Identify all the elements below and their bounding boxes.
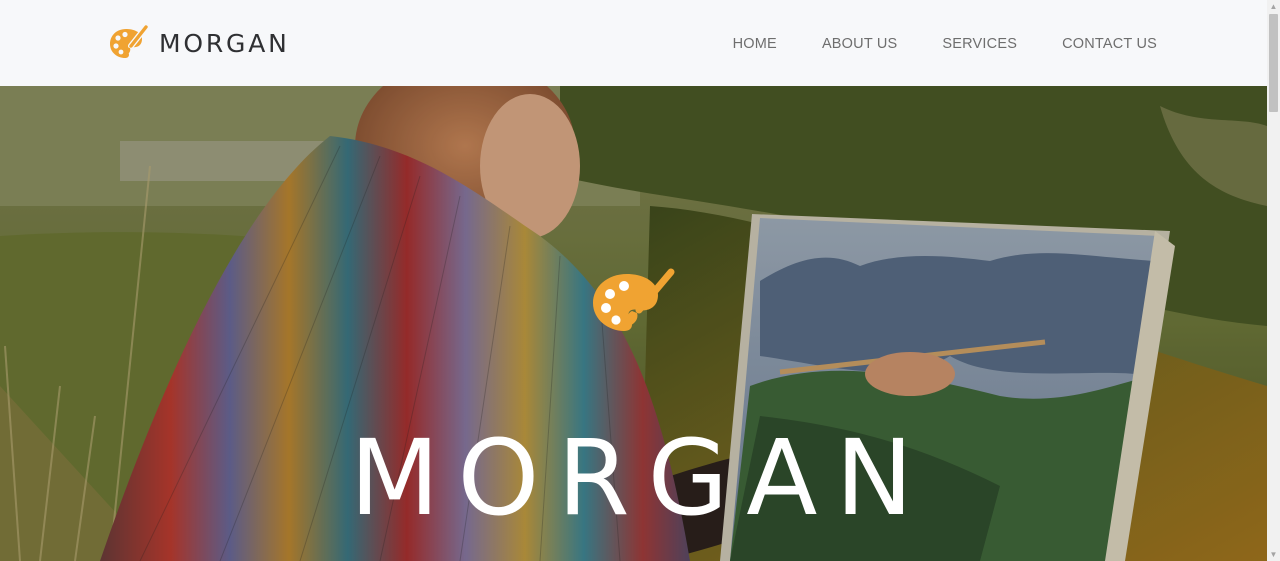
scroll-up-arrow-icon[interactable]: ▲ (1267, 0, 1280, 13)
main-nav: HOME ABOUT US SERVICES CONTACT US (733, 34, 1157, 54)
site-header: MORGAN HOME ABOUT US SERVICES CONTACT US (0, 0, 1267, 86)
scroll-thumb[interactable] (1269, 14, 1278, 112)
hero-section: MORGAN (0, 86, 1267, 561)
nav-contact-us[interactable]: CONTACT US (1062, 34, 1157, 54)
hero-title: MORGAN (349, 416, 932, 539)
page-scrollbar[interactable]: ▲ ▼ (1267, 0, 1280, 561)
brand-logo-link[interactable]: MORGAN (109, 25, 290, 61)
nav-about-us[interactable]: ABOUT US (822, 34, 897, 54)
nav-home[interactable]: HOME (733, 34, 777, 54)
brand-name: MORGAN (159, 28, 290, 58)
nav-services[interactable]: SERVICES (942, 34, 1017, 54)
palette-brush-icon (110, 25, 149, 58)
palette-brush-icon (593, 268, 675, 331)
scroll-down-arrow-icon[interactable]: ▼ (1267, 548, 1280, 561)
